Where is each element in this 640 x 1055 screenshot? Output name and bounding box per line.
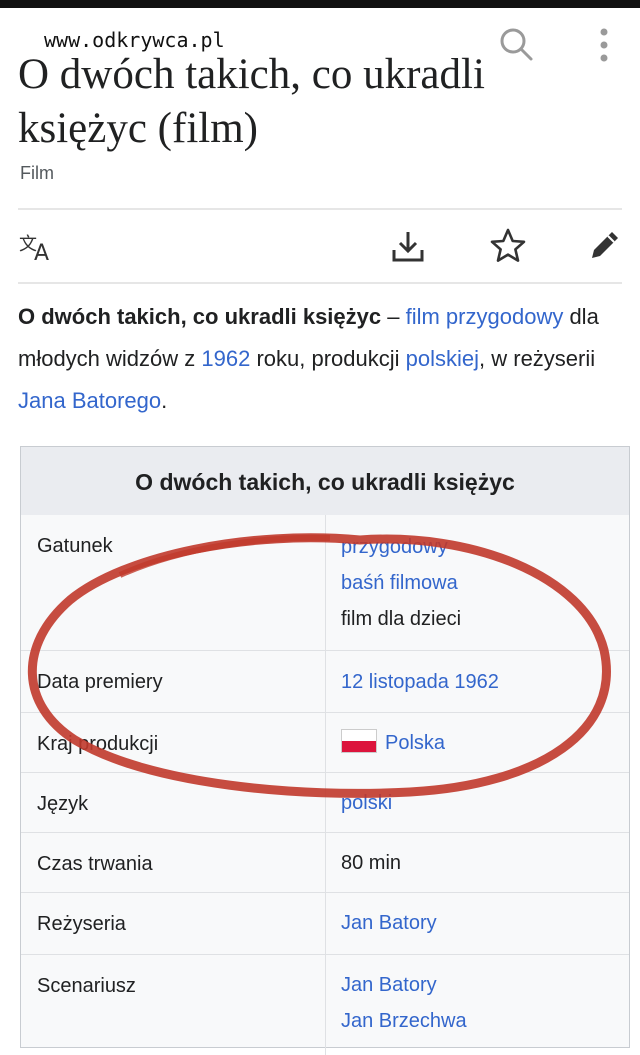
intro-paragraph: O dwóch takich, co ukradli księżyc – fil… bbox=[18, 296, 618, 422]
infobox-title: O dwóch takich, co ukradli księżyc bbox=[21, 447, 629, 515]
link-jan-batory[interactable]: Jan Batory bbox=[341, 967, 467, 1003]
translate-icon[interactable]: 文 A bbox=[18, 226, 58, 266]
page-subtitle: Film bbox=[20, 163, 54, 183]
link-film-przygodowy[interactable]: film przygodowy bbox=[406, 304, 564, 329]
infobox-value: 80 min bbox=[341, 852, 402, 874]
infobox-value: przygodowy baśń filmowa film dla dzieci bbox=[341, 529, 461, 637]
svg-text:A: A bbox=[34, 241, 49, 266]
poland-flag-icon bbox=[341, 729, 377, 753]
link-polska[interactable]: Polska bbox=[385, 732, 445, 754]
download-icon[interactable] bbox=[388, 226, 428, 266]
toolbar-divider bbox=[18, 282, 622, 284]
link-polski[interactable]: polski bbox=[341, 792, 392, 814]
link-przygodowy[interactable]: przygodowy bbox=[341, 529, 461, 565]
link-1962[interactable]: 1962 bbox=[201, 346, 250, 371]
infobox-label: Gatunek bbox=[37, 535, 113, 557]
infobox-row-jezyk: Język polski bbox=[21, 773, 629, 833]
link-premiere-date[interactable]: 12 listopada 1962 bbox=[341, 671, 499, 693]
infobox-label: Kraj produkcji bbox=[37, 733, 159, 755]
infobox-label: Data premiery bbox=[37, 671, 163, 693]
infobox-value: Jan Batory Jan Brzechwa bbox=[341, 967, 467, 1039]
infobox-row-rezyseria: Reżyseria Jan Batory bbox=[21, 893, 629, 955]
link-basn-filmowa[interactable]: baśń filmowa bbox=[341, 565, 461, 601]
infobox-row-data-premiery: Data premiery 12 listopada 1962 bbox=[21, 651, 629, 713]
intro-text: , w reżyserii bbox=[479, 346, 596, 371]
link-jana-batorego[interactable]: Jana Batorego bbox=[18, 388, 161, 413]
link-jan-brzechwa[interactable]: Jan Brzechwa bbox=[341, 1003, 467, 1039]
link-polskiej[interactable]: polskiej bbox=[406, 346, 479, 371]
intro-bold-title: O dwóch takich, co ukradli księżyc bbox=[18, 304, 382, 329]
infobox-value: Polska bbox=[341, 725, 445, 761]
infobox-value: 12 listopada 1962 bbox=[341, 664, 499, 700]
infobox-value: polski bbox=[341, 785, 392, 821]
infobox-row-gatunek: Gatunek przygodowy baśń filmowa film dla… bbox=[21, 515, 629, 651]
infobox-row-czas: Czas trwania 80 min bbox=[21, 833, 629, 893]
value-text: film dla dzieci bbox=[341, 608, 462, 630]
edit-icon[interactable] bbox=[584, 226, 624, 266]
intro-text: . bbox=[161, 388, 168, 413]
intro-text: roku, produkcji bbox=[250, 346, 406, 371]
infobox-label: Czas trwania bbox=[37, 853, 153, 875]
page-title: O dwóch takich, co ukradli księżyc (film… bbox=[18, 51, 485, 152]
infobox-label: Reżyseria bbox=[37, 913, 126, 935]
intro-text: – bbox=[381, 304, 406, 329]
link-jan-batory[interactable]: Jan Batory bbox=[341, 912, 437, 934]
star-icon[interactable] bbox=[488, 226, 528, 266]
status-bar bbox=[0, 0, 640, 8]
infobox-label: Scenariusz bbox=[37, 975, 136, 997]
toolbar-divider bbox=[18, 208, 622, 210]
infobox-row-kraj: Kraj produkcji Polska bbox=[21, 713, 629, 773]
infobox-row-scenariusz: Scenariusz Jan Batory Jan Brzechwa bbox=[21, 955, 629, 1055]
infobox: O dwóch takich, co ukradli księżyc Gatun… bbox=[20, 446, 630, 1055]
infobox-label: Język bbox=[37, 793, 89, 815]
infobox-value: Jan Batory bbox=[341, 905, 437, 941]
